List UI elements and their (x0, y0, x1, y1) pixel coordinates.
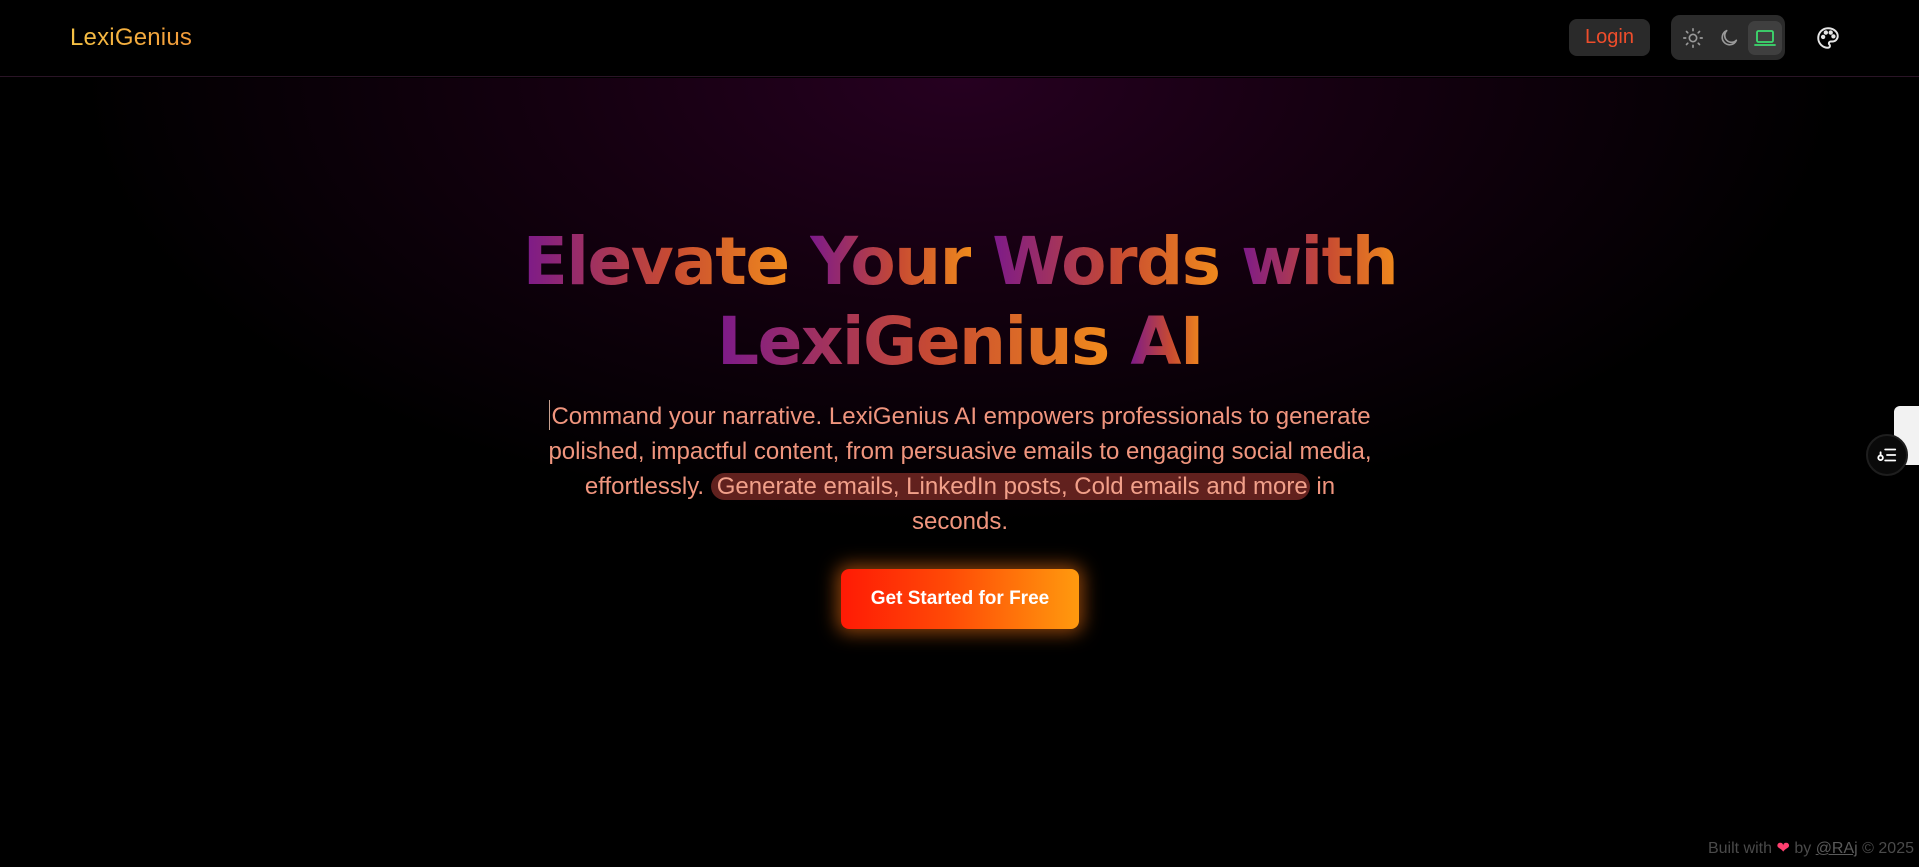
moon-icon (1721, 29, 1738, 46)
floating-menu-button[interactable] (1866, 434, 1908, 476)
theme-dark-button[interactable] (1712, 21, 1746, 55)
footer-by: by (1794, 840, 1812, 857)
footer-prefix: Built with (1707, 840, 1773, 857)
palette-icon (1817, 27, 1839, 49)
title-word: Your (810, 223, 972, 300)
theme-light-button[interactable] (1676, 21, 1710, 55)
footer-copyright: © 2025 (1862, 840, 1914, 857)
top-nav: LexiGenius Login (0, 0, 1919, 77)
palette-button[interactable] (1812, 22, 1844, 54)
laptop-icon (1754, 29, 1776, 46)
hero-title: Elevate Your Words with LexiGenius AI (460, 222, 1460, 382)
footer-credit: Built with ❤ by @RAj © 2025 (1674, 837, 1914, 861)
title-word: with (1241, 223, 1399, 300)
sun-icon (1683, 27, 1703, 48)
heart-icon: ❤ (1776, 840, 1790, 857)
login-button[interactable]: Login (1569, 19, 1650, 56)
title-word: LexiGenius (717, 303, 1110, 380)
theme-toggle (1671, 15, 1785, 60)
hero-title-line-1: Elevate Your Words with (460, 222, 1460, 302)
title-word: AI (1130, 303, 1204, 380)
list-settings-icon (1877, 448, 1897, 462)
typewriter-highlight: Generate emails, LinkedIn posts, Cold em… (710, 473, 1310, 500)
brand-logo[interactable]: LexiGenius (70, 22, 192, 54)
title-word: Words (992, 223, 1221, 300)
author-link[interactable]: @RAj (1816, 840, 1858, 857)
hero-title-line-2: LexiGenius AI (460, 302, 1460, 382)
title-word: Elevate (522, 223, 790, 300)
get-started-button[interactable]: Get Started for Free (841, 569, 1079, 629)
hero-description: Command your narrative. LexiGenius AI em… (540, 399, 1380, 539)
page: LexiGenius Login Elevate Your Words with… (0, 0, 1919, 867)
theme-system-button[interactable] (1748, 20, 1782, 55)
